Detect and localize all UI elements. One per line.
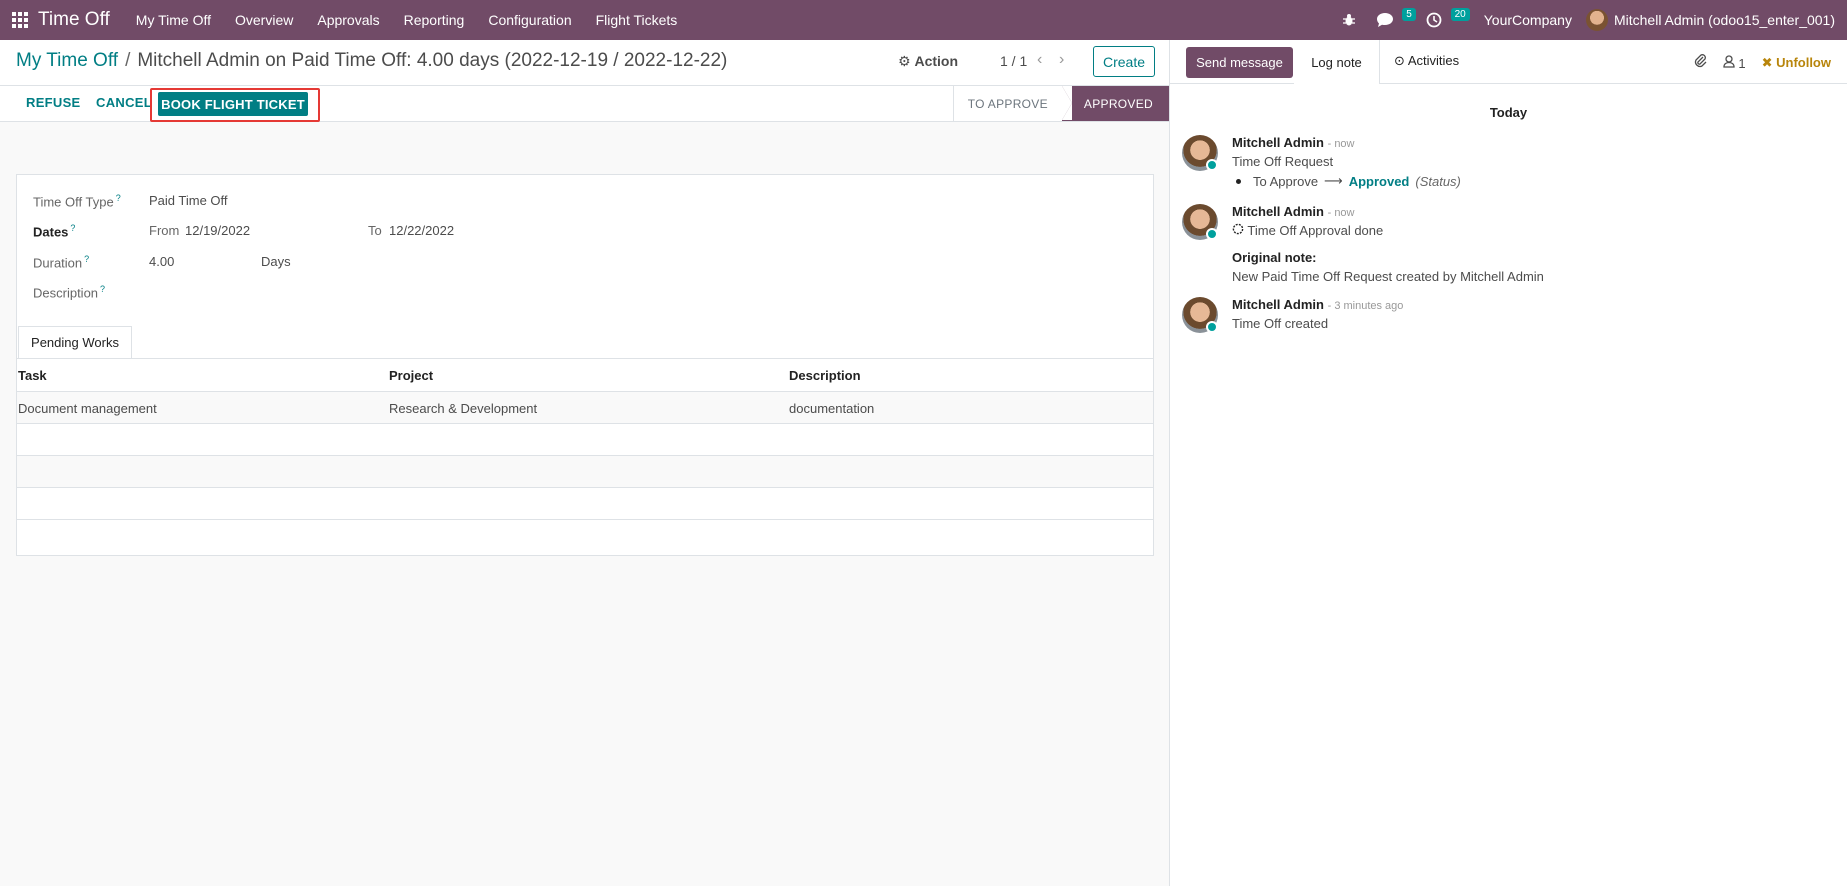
paperclip-icon[interactable] [1693, 53, 1707, 72]
time-off-type-field[interactable]: Paid Time Off [149, 193, 228, 208]
menu-overview[interactable]: Overview [223, 0, 305, 40]
followers-button[interactable]: 1 [1723, 54, 1746, 71]
pager-previous-icon[interactable]: ‹ [1037, 51, 1042, 69]
messages-icon[interactable]: 5 [1366, 0, 1416, 40]
pager-next-icon[interactable]: › [1059, 51, 1064, 69]
duration-field[interactable]: 4.00 [149, 254, 174, 269]
column-description[interactable]: Description [789, 368, 861, 383]
cancel-button[interactable]: CANCEL [96, 95, 152, 110]
menu-reporting[interactable]: Reporting [392, 0, 477, 40]
tab-pending-works[interactable]: Pending Works [18, 326, 132, 359]
breadcrumb-separator: / [125, 50, 131, 71]
dates-label: Dates? [33, 223, 76, 240]
from-label: From [149, 223, 180, 238]
online-status-icon [1206, 321, 1218, 333]
message-author[interactable]: Mitchell Admin [1232, 135, 1324, 150]
table-header: Task Project Description [17, 359, 1153, 392]
followers-count: 1 [1738, 55, 1746, 71]
log-note-button[interactable]: Log note [1294, 40, 1380, 84]
action-label: Action [914, 53, 959, 69]
message-title: Time Off Request [1232, 154, 1334, 169]
message-author[interactable]: Mitchell Admin [1232, 204, 1324, 219]
close-icon: ✖ [1761, 54, 1773, 70]
day-separator: Today [1489, 105, 1528, 120]
book-flight-ticket-button[interactable]: BOOK FLIGHT TICKET [158, 92, 308, 116]
tracking-value: To Approve ⟶ Approved (Status) [1236, 173, 1461, 189]
cell-task: Document management [18, 401, 157, 416]
stage-selector: TO APPROVE APPROVED [952, 86, 1169, 121]
user-avatar [1585, 9, 1608, 31]
company-switcher[interactable]: YourCompany [1470, 12, 1586, 28]
to-label: To [368, 223, 382, 238]
breadcrumb-parent[interactable]: My Time Off [16, 50, 118, 71]
help-tooltip-icon[interactable]: ? [100, 284, 105, 294]
gear-icon: ⚙ [898, 53, 911, 69]
message-text: Time Off created [1232, 316, 1329, 331]
column-project[interactable]: Project [389, 368, 433, 383]
activity-done-icon [1232, 223, 1247, 238]
apps-menu-icon[interactable] [0, 0, 40, 40]
table-row[interactable]: Document management Research & Developme… [17, 392, 1153, 424]
message-time: - now [1327, 138, 1355, 150]
menu-my-time-off[interactable]: My Time Off [124, 0, 223, 40]
menu-approvals[interactable]: Approvals [305, 0, 391, 40]
duration-unit: Days [261, 254, 291, 269]
clock-icon: ⊙ [1394, 53, 1405, 68]
activities-clock-icon[interactable]: 20 [1416, 0, 1470, 40]
help-tooltip-icon[interactable]: ? [116, 193, 121, 203]
action-menu-button[interactable]: ⚙ Action [898, 53, 958, 70]
column-task[interactable]: Task [18, 368, 47, 383]
unfollow-button[interactable]: ✖ Unfollow [1762, 55, 1831, 71]
debug-bug-icon[interactable] [1332, 0, 1366, 40]
app-name[interactable]: Time Off [38, 9, 110, 31]
menu-configuration[interactable]: Configuration [476, 0, 583, 40]
create-button[interactable]: Create [1093, 46, 1155, 77]
send-message-button[interactable]: Send message [1186, 47, 1293, 78]
arrow-icon: ⟶ [1324, 173, 1343, 188]
user-icon [1723, 54, 1739, 71]
message-text: Time Off Approval done [1232, 223, 1544, 238]
messages-count-badge: 5 [1402, 8, 1416, 21]
breadcrumb: My Time Off / Mitchell Admin on Paid Time … [16, 50, 727, 72]
refuse-button[interactable]: REFUSE [26, 95, 81, 110]
pager-value[interactable]: 1 / 1 [1000, 53, 1027, 69]
help-tooltip-icon[interactable]: ? [70, 223, 75, 233]
form-sheet: Time Off Type? Paid Time Off Dates? From… [16, 174, 1154, 556]
top-navbar: Time Off My Time Off Overview Approvals … [0, 0, 1847, 40]
empty-table-row [17, 424, 1153, 456]
form-view: My Time Off / Mitchell Admin on Paid Time … [0, 40, 1170, 886]
status-bar: REFUSE CANCEL BOOK FLIGHT TICKET TO APPR… [0, 86, 1169, 122]
online-status-icon [1206, 159, 1218, 171]
date-to-field[interactable]: 12/22/2022 [389, 223, 454, 238]
duration-label: Duration? [33, 254, 90, 271]
chatter-topbar: Send message Log note ⊙ Activities 1 ✖ U… [1170, 40, 1847, 84]
chatter-right-tools: 1 ✖ Unfollow [1693, 53, 1847, 72]
description-label: Description? [33, 284, 106, 301]
pending-works-table: Task Project Description Document manage… [17, 359, 1153, 520]
empty-table-row [17, 456, 1153, 488]
user-menu[interactable]: Mitchell Admin (odoo15_enter_001) [1585, 9, 1847, 31]
note-text: New Paid Time Off Request created by Mit… [1232, 269, 1544, 284]
chatter-panel: Send message Log note ⊙ Activities 1 ✖ U… [1170, 40, 1847, 886]
message-author[interactable]: Mitchell Admin [1232, 297, 1324, 312]
stage-approved[interactable]: APPROVED [1061, 86, 1169, 121]
message-time: - 3 minutes ago [1327, 300, 1404, 312]
time-off-type-label: Time Off Type? [33, 193, 121, 210]
empty-table-row [17, 488, 1153, 520]
message-time: - now [1327, 207, 1355, 219]
menu-flight-tickets[interactable]: Flight Tickets [584, 0, 690, 40]
help-tooltip-icon[interactable]: ? [84, 254, 89, 264]
cell-description: documentation [789, 401, 875, 416]
note-label: Original note: [1232, 250, 1317, 265]
user-name: Mitchell Admin (odoo15_enter_001) [1613, 12, 1835, 28]
breadcrumb-current: Mitchell Admin on Paid Time Off: 4.00 da… [137, 50, 728, 71]
activities-button[interactable]: ⊙ Activities [1394, 53, 1459, 69]
stage-to-approve[interactable]: TO APPROVE [952, 86, 1062, 121]
bullet-icon [1236, 178, 1241, 184]
online-status-icon [1206, 228, 1218, 240]
control-panel: My Time Off / Mitchell Admin on Paid Time … [0, 40, 1169, 86]
date-from-field[interactable]: 12/19/2022 [185, 223, 250, 238]
activities-count-badge: 20 [1450, 8, 1470, 21]
cell-project: Research & Development [389, 401, 538, 416]
